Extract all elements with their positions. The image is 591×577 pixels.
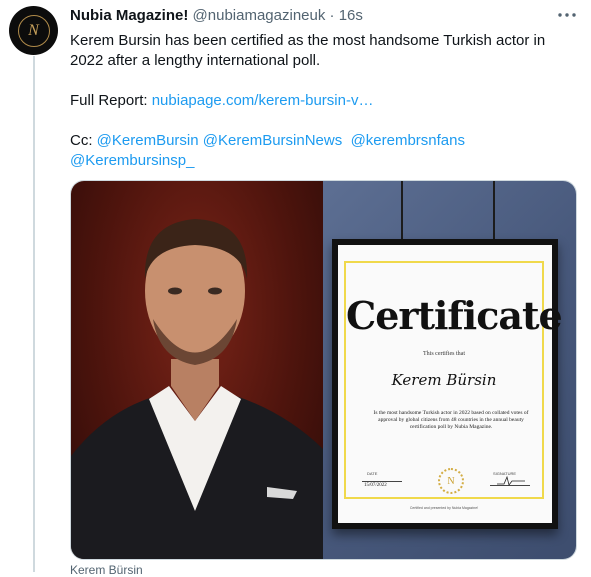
certificate-title: Certificate <box>346 293 563 338</box>
certificate-date-label: DATE <box>367 471 378 476</box>
seal-letter: N <box>447 475 455 487</box>
mention-link[interactable]: @KeremBursinNews <box>203 132 342 149</box>
thread-line <box>33 56 35 572</box>
frame-hanger <box>493 181 495 241</box>
tweet-timestamp[interactable]: 16s <box>339 7 363 24</box>
certificate-border: Certificate This certifies that Kerem Bü… <box>344 261 563 510</box>
certificate-name: Kerem Bürsin <box>391 371 497 389</box>
certificate-date: 15/07/2022 <box>364 483 387 488</box>
display-name[interactable]: Nubia Magazine! <box>70 7 188 24</box>
tweet-text: Kerem Bursin has been certified as the m… <box>70 31 575 171</box>
ellipsis-icon[interactable] <box>557 6 577 24</box>
cc-line: Cc: @KeremBursin @KeremBursinNews @kerem… <box>70 131 575 171</box>
certificate-body: Is the most handsome Turkish actor in 20… <box>373 410 529 430</box>
avatar[interactable]: N <box>9 6 58 55</box>
certificate-frame: Certificate This certifies that Kerem Bü… <box>332 239 563 529</box>
time-separator: · <box>329 7 335 24</box>
portrait-photo[interactable] <box>71 181 323 559</box>
certificate-footer: Certified and presented by Nubia Magazin… <box>409 506 479 510</box>
media-caption: Kerem Bürsin <box>70 563 143 577</box>
signature-scribble <box>497 475 525 486</box>
full-report-line: Full Report: nubiapage.com/kerem-bursin-… <box>70 91 575 111</box>
full-report-label: Full Report: <box>70 92 148 109</box>
mention-link[interactable]: @Kerembursinsp_ <box>70 152 194 169</box>
seal-icon: N <box>438 468 464 494</box>
frame-hanger <box>401 181 403 241</box>
avatar-logo: N <box>17 14 50 47</box>
full-report-link[interactable]: nubiapage.com/kerem-bursin-v… <box>152 92 374 109</box>
tweet-header: Nubia Magazine! @nubiamagazineuk · 16s <box>70 7 363 24</box>
date-line <box>362 481 402 482</box>
portrait-illustration <box>71 219 323 559</box>
certificate-paper: Certificate This certifies that Kerem Bü… <box>338 245 563 523</box>
cc-label: Cc: <box>70 132 93 149</box>
mention-link[interactable]: @KeremBursin <box>97 132 199 149</box>
tweet-text-line: Kerem Bursin has been certified as the m… <box>70 32 546 69</box>
user-handle[interactable]: @nubiamagazineuk <box>193 7 326 24</box>
mention-link[interactable]: @kerembrsnfans <box>351 132 465 149</box>
certificate-photo[interactable]: Certificate This certifies that Kerem Bü… <box>323 181 576 559</box>
certificate-subtitle: This certifies that <box>423 351 465 357</box>
tweet-media[interactable]: Certificate This certifies that Kerem Bü… <box>70 180 577 560</box>
